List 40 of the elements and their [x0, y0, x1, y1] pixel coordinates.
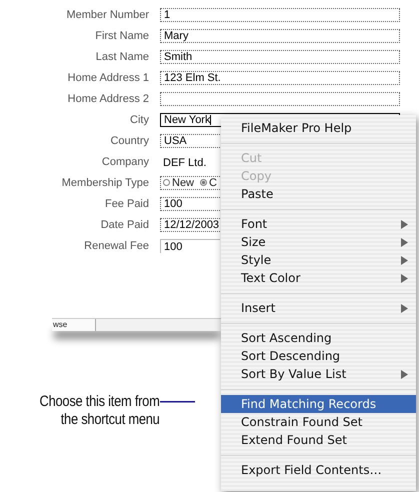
menu-item[interactable]: Text Color	[221, 269, 416, 287]
field-label: Country	[109, 134, 149, 146]
input-field[interactable]: Smith	[160, 50, 400, 64]
menu-item[interactable]: Extend Found Set	[221, 431, 416, 449]
menu-item[interactable]: Paste	[221, 185, 416, 203]
field-label: Renewal Fee	[83, 240, 149, 252]
menu-item[interactable]: Constrain Found Set	[221, 413, 416, 431]
input-field[interactable]: 1	[160, 8, 400, 22]
menu-item[interactable]: Style	[221, 251, 416, 269]
menu-item[interactable]: Find Matching Records	[221, 395, 416, 413]
field-label: Member Number	[65, 8, 149, 20]
menu-item[interactable]: FileMaker Pro Help	[221, 119, 416, 137]
input-field[interactable]: 100	[160, 238, 220, 252]
submenu-arrow-icon	[401, 304, 408, 312]
input-field[interactable]	[160, 92, 400, 106]
menu-item[interactable]: Size	[221, 233, 416, 251]
input-field[interactable]: 123 Elm St.	[160, 70, 400, 84]
menu-item[interactable]: Sort Ascending	[221, 329, 416, 347]
radio-option[interactable]: New	[163, 176, 194, 188]
menu-item[interactable]: Insert	[221, 299, 416, 317]
field-label: Membership Type	[60, 176, 149, 188]
field-label: Home Address 1	[66, 72, 149, 84]
field-label: First Name	[94, 30, 149, 42]
field-label: City	[129, 114, 149, 126]
leader-line	[160, 401, 195, 403]
field-label: Last Name	[94, 50, 149, 62]
menu-item[interactable]: Sort By Value List	[221, 365, 416, 383]
submenu-arrow-icon	[401, 370, 408, 378]
callout-text: Choose this item from the shortcut menu	[40, 393, 160, 429]
mode-tab[interactable]: wse	[52, 319, 96, 331]
field-label: Date Paid	[100, 218, 149, 230]
input-field[interactable]: Mary	[160, 28, 400, 42]
menu-item[interactable]: Font	[221, 215, 416, 233]
field-label: Fee Paid	[104, 198, 149, 210]
field-label: Company	[100, 156, 149, 168]
radio-option[interactable]: C	[200, 176, 217, 188]
field-label: Home Address 2	[66, 92, 149, 104]
field-value: DEF Ltd.	[162, 156, 206, 168]
menu-item[interactable]: Export Field Contents…	[221, 461, 416, 479]
menu-item[interactable]: Sort Descending	[221, 347, 416, 365]
